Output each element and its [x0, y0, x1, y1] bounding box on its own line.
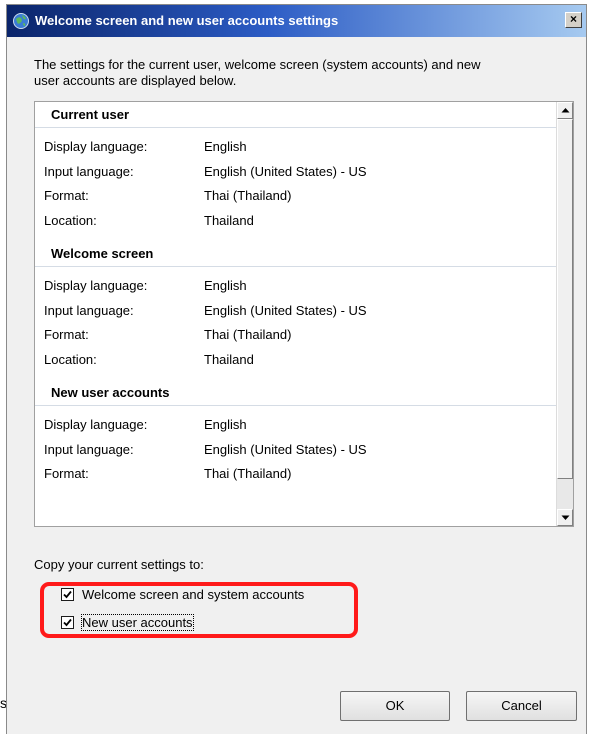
row-label: Input language: [44, 163, 134, 179]
arrow-down-icon [561, 515, 570, 520]
scroll-thumb[interactable] [557, 119, 573, 479]
row-label: Display language: [44, 139, 148, 154]
row-value: Thailand [204, 212, 254, 228]
row-value: English (United States) - US [204, 302, 367, 318]
row-label: Display language: [44, 278, 148, 293]
settings-row: Input language: English (United States) -… [35, 160, 573, 185]
settings-row: Location: Thailand [35, 209, 573, 234]
settings-row: Display language: English [35, 135, 573, 160]
dialog-title: Welcome screen and new user accounts set… [35, 13, 339, 28]
dialog-window: Welcome screen and new user accounts set… [6, 4, 587, 734]
close-button[interactable]: × [565, 12, 582, 28]
checkbox-new-user-accounts[interactable]: New user accounts [61, 613, 194, 631]
close-icon: × [569, 12, 577, 26]
checkbox[interactable] [61, 587, 74, 601]
settings-row: Format: Thai (Thailand) [35, 323, 573, 348]
vertical-scrollbar[interactable] [556, 102, 573, 526]
row-value: Thai (Thailand) [204, 327, 292, 342]
section-header-welcome-screen: Welcome screen [35, 241, 573, 267]
row-value: English [204, 139, 247, 154]
checkbox-label: New user accounts [81, 613, 194, 631]
settings-row: Location: Thailand [35, 348, 573, 373]
section-header-new-user-accounts: New user accounts [35, 380, 573, 406]
checkbox-welcome-screen[interactable]: Welcome screen and system accounts [61, 585, 304, 603]
row-label: Location: [44, 212, 97, 228]
row-value: English [204, 278, 247, 293]
settings-row: Input language: English (United States) -… [35, 438, 573, 463]
ok-button[interactable]: OK [340, 691, 450, 721]
row-value: English (United States) - US [204, 163, 367, 179]
settings-row: Input language: English (United States) -… [35, 299, 573, 324]
row-label: Format: [44, 327, 89, 342]
settings-row: Display language: English [35, 274, 573, 299]
settings-row: Format: Thai (Thailand) [35, 184, 573, 209]
globe-icon [12, 12, 30, 30]
section-body-current-user: Display language: English Input language:… [35, 128, 573, 241]
row-value: Thailand [204, 351, 254, 367]
description-text: The settings for the current user, welco… [34, 57, 564, 89]
row-value: Thai (Thailand) [204, 466, 292, 481]
title-bar[interactable]: Welcome screen and new user accounts set… [7, 5, 586, 37]
copy-settings-label: Copy your current settings to: [34, 557, 204, 572]
row-label: Format: [44, 466, 89, 481]
row-label: Display language: [44, 417, 148, 432]
row-value: English (United States) - US [204, 441, 367, 457]
section-body-new-user-accounts: Display language: English Input language:… [35, 406, 573, 495]
checkmark-icon [63, 590, 72, 598]
arrow-up-icon [561, 108, 570, 113]
row-value: Thai (Thailand) [204, 188, 292, 203]
settings-list[interactable]: Current user Display language: English In… [34, 101, 574, 527]
checkbox[interactable] [61, 615, 74, 629]
section-body-welcome-screen: Display language: English Input language:… [35, 267, 573, 380]
row-label: Input language: [44, 441, 134, 457]
description-line-1: The settings for the current user, welco… [34, 57, 481, 72]
cancel-button[interactable]: Cancel [466, 691, 577, 721]
settings-row: Display language: English [35, 413, 573, 438]
row-label: Input language: [44, 302, 134, 318]
row-value: English [204, 417, 247, 432]
checkmark-icon [63, 618, 72, 626]
section-header-current-user: Current user [35, 102, 573, 128]
checkbox-label: Welcome screen and system accounts [82, 586, 305, 602]
description-line-2: user accounts are displayed below. [34, 73, 237, 88]
scroll-down-button[interactable] [557, 509, 573, 526]
settings-row: Format: Thai (Thailand) [35, 462, 573, 487]
scroll-up-button[interactable] [557, 102, 573, 119]
row-label: Location: [44, 351, 97, 367]
row-label: Format: [44, 188, 89, 203]
